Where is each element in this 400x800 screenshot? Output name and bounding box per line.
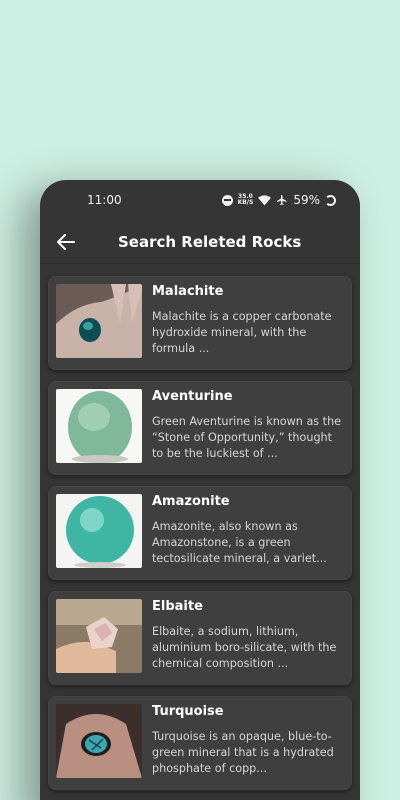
battery-icon (325, 194, 336, 206)
do-not-disturb-icon (221, 194, 233, 206)
page-title: Search Releted Rocks (118, 232, 302, 251)
elbaite-image (56, 599, 142, 673)
rock-description: Green Aventurine is known as the “Stone … (152, 415, 342, 460)
status-bar: 11:00 35.0 KB/S 59% (40, 180, 360, 220)
rock-description: Malachite is a copper carbonate hydroxid… (152, 310, 332, 355)
airplane-icon (277, 195, 287, 205)
rock-name: Turquoise (152, 704, 224, 719)
status-time: 11:00 (87, 193, 122, 207)
rock-card-aventurine[interactable]: Aventurine Green Aventurine is known as … (48, 381, 352, 475)
phone-frame: 11:00 35.0 KB/S 59% Search Releted Rocks (40, 180, 360, 800)
status-icons: 35.0 KB/S 59% (221, 193, 336, 207)
data-speed-icon: 35.0 KB/S (238, 194, 254, 206)
rock-name: Amazonite (152, 494, 230, 509)
malachite-image (56, 284, 142, 358)
arrow-left-icon[interactable] (54, 230, 78, 254)
rock-card-elbaite[interactable]: Elbaite Elbaite, a sodium, lithium, alum… (48, 591, 352, 685)
speed-unit: KB/S (237, 199, 254, 206)
rock-list: Malachite Malachite is a copper carbonat… (40, 264, 360, 790)
amazonite-image (56, 494, 142, 568)
wifi-icon (258, 194, 272, 205)
aventurine-image (56, 389, 142, 463)
turquoise-image (56, 704, 142, 778)
battery-percent: 59% (293, 193, 320, 207)
rock-card-malachite[interactable]: Malachite Malachite is a copper carbonat… (48, 276, 352, 370)
rock-description: Turquoise is an opaque, blue-to-green mi… (152, 730, 334, 775)
rock-name: Malachite (152, 284, 224, 299)
app-bar: Search Releted Rocks (40, 220, 360, 264)
rock-description: Elbaite, a sodium, lithium, aluminium bo… (152, 625, 337, 670)
rock-name: Aventurine (152, 389, 233, 404)
rock-card-amazonite[interactable]: Amazonite Amazonite, also known as Amazo… (48, 486, 352, 580)
rock-description: Amazonite, also known as Amazonstone, is… (152, 520, 327, 565)
rock-name: Elbaite (152, 599, 203, 614)
rock-card-turquoise[interactable]: Turquoise Turquoise is an opaque, blue-t… (48, 696, 352, 790)
